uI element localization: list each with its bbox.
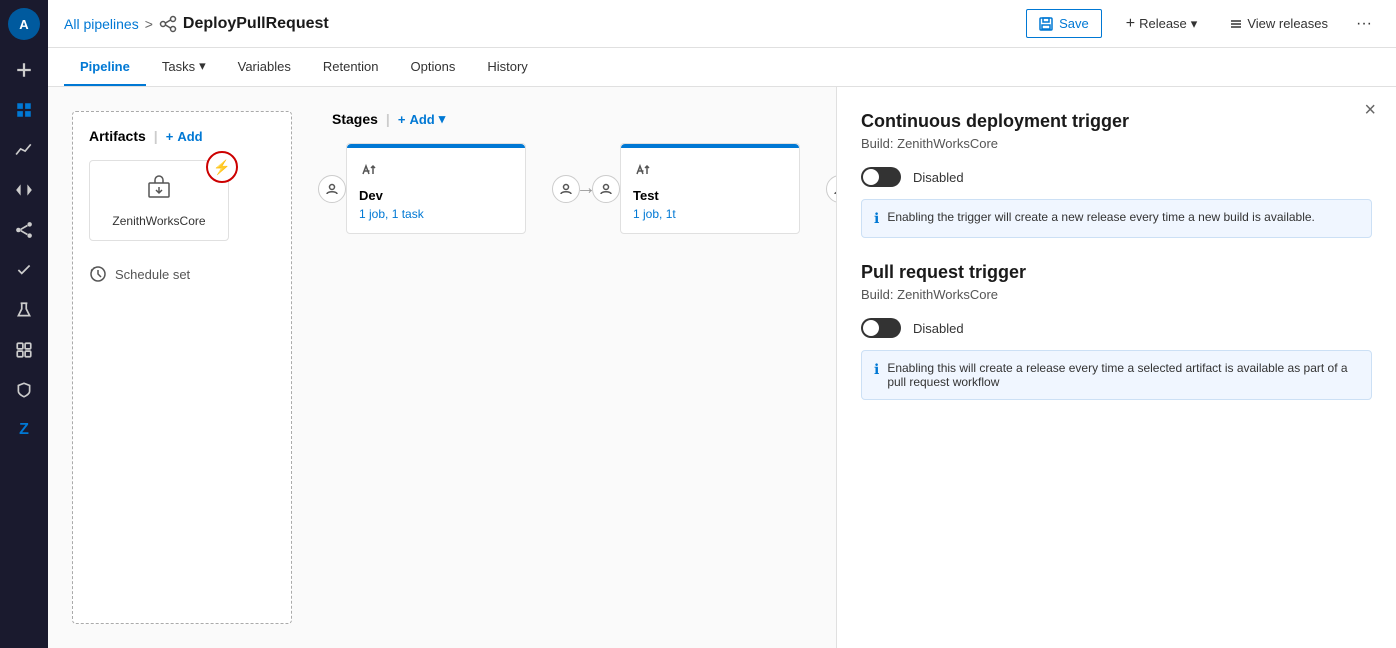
tab-tasks[interactable]: Tasks ▾ bbox=[146, 48, 222, 86]
pull-trigger-title: Pull request trigger bbox=[861, 262, 1372, 283]
pull-trigger-info-text: Enabling this will create a release ever… bbox=[887, 361, 1359, 389]
sidebar: A Z bbox=[0, 0, 48, 648]
release-plus: + bbox=[1126, 15, 1135, 33]
plus-icon[interactable] bbox=[6, 52, 42, 88]
pull-request-trigger-section: Pull request trigger Build: ZenithWorksC… bbox=[861, 262, 1372, 400]
header-actions: Save + Release ▾ View releases ··· bbox=[1026, 9, 1380, 39]
tab-variables[interactable]: Variables bbox=[222, 49, 307, 86]
post-deploy-dev[interactable] bbox=[552, 175, 580, 203]
stage-card-body-dev: Dev 1 job, 1 task bbox=[347, 148, 525, 233]
artifacts-add-button[interactable]: + Add bbox=[166, 129, 203, 144]
continuous-trigger-section: Continuous deployment trigger Build: Zen… bbox=[861, 111, 1372, 238]
header: All pipelines > DeployPullRequest Save +… bbox=[48, 0, 1396, 48]
main-content: All pipelines > DeployPullRequest Save +… bbox=[48, 0, 1396, 648]
stages-add-button[interactable]: + Add ▾ bbox=[398, 111, 445, 127]
stages-panel: Stages | + Add ▾ bbox=[316, 111, 836, 624]
pull-trigger-toggle-label: Disabled bbox=[913, 321, 964, 336]
breadcrumb: All pipelines > DeployPullRequest bbox=[64, 15, 1018, 33]
tab-pipeline[interactable]: Pipeline bbox=[64, 49, 146, 86]
stage-tasks-test[interactable]: 1 job, 1t bbox=[633, 207, 787, 221]
info-icon: ℹ bbox=[874, 210, 879, 227]
breadcrumb-separator: > bbox=[145, 16, 153, 32]
code-icon[interactable] bbox=[6, 172, 42, 208]
artifacts-title: Artifacts bbox=[89, 128, 146, 144]
release-dropdown-icon: ▾ bbox=[1191, 16, 1198, 32]
pipeline-nav-icon[interactable] bbox=[6, 212, 42, 248]
release-label: Release bbox=[1139, 16, 1187, 31]
continuous-trigger-title: Continuous deployment trigger bbox=[861, 111, 1372, 132]
pipeline-header-icon bbox=[159, 15, 177, 33]
continuous-trigger-toggle[interactable] bbox=[861, 167, 901, 187]
tab-history[interactable]: History bbox=[471, 49, 543, 86]
stages-title: Stages bbox=[332, 111, 378, 127]
artifact-card[interactable]: ⚡ ZenithWorksCore bbox=[89, 160, 229, 241]
stage-card-dev[interactable]: Dev 1 job, 1 task bbox=[346, 143, 526, 234]
artifacts-sep: | bbox=[154, 128, 158, 144]
view-releases-button[interactable]: View releases bbox=[1221, 10, 1336, 37]
trigger-close-button[interactable]: × bbox=[1360, 95, 1380, 126]
pull-info-icon: ℹ bbox=[874, 361, 879, 378]
flask-icon[interactable] bbox=[6, 292, 42, 328]
view-releases-label: View releases bbox=[1247, 16, 1328, 31]
stage-name-dev: Dev bbox=[359, 188, 513, 203]
zeta-icon[interactable]: Z bbox=[6, 412, 42, 448]
stage-icons-test bbox=[633, 160, 787, 180]
release-button[interactable]: + Release ▾ bbox=[1114, 9, 1210, 39]
all-pipelines-link[interactable]: All pipelines bbox=[64, 16, 139, 32]
more-actions-button[interactable]: ··· bbox=[1348, 11, 1380, 37]
save-label: Save bbox=[1059, 16, 1089, 31]
stages-row: Dev 1 job, 1 task → bbox=[332, 143, 836, 234]
continuous-trigger-toggle-label: Disabled bbox=[913, 170, 964, 185]
stage-icons-dev bbox=[359, 160, 513, 180]
stage-card-body-test: Test 1 job, 1t bbox=[621, 148, 799, 233]
continuous-trigger-toggle-row: Disabled bbox=[861, 167, 1372, 187]
artifacts-panel: Artifacts | + Add ⚡ bbox=[72, 111, 292, 624]
schedule-label: Schedule set bbox=[115, 267, 190, 282]
avatar[interactable]: A bbox=[8, 8, 40, 40]
save-button[interactable]: Save bbox=[1026, 9, 1102, 38]
continuous-trigger-info-text: Enabling the trigger will create a new r… bbox=[887, 210, 1315, 224]
pipeline-title: DeployPullRequest bbox=[183, 15, 329, 33]
nav-tabs: Pipeline Tasks ▾ Variables Retention Opt… bbox=[48, 48, 1396, 87]
artifacts-header: Artifacts | + Add bbox=[89, 128, 275, 144]
toggle-knob-pull bbox=[863, 320, 879, 336]
stages-header: Stages | + Add ▾ bbox=[332, 111, 836, 127]
lightning-trigger-button[interactable]: ⚡ bbox=[206, 151, 238, 183]
pre-deploy-dev[interactable] bbox=[318, 175, 346, 203]
canvas-area: Artifacts | + Add ⚡ bbox=[48, 87, 1396, 648]
continuous-trigger-build: Build: ZenithWorksCore bbox=[861, 136, 1372, 151]
puzzle-icon[interactable] bbox=[6, 332, 42, 368]
artifacts-add-label: Add bbox=[177, 129, 202, 144]
tasks-dropdown-icon: ▾ bbox=[199, 58, 206, 74]
artifact-name: ZenithWorksCore bbox=[112, 214, 205, 228]
toggle-knob bbox=[863, 169, 879, 185]
artifact-build-icon bbox=[145, 173, 173, 208]
tab-options[interactable]: Options bbox=[395, 49, 472, 86]
stages-add-dropdown: ▾ bbox=[439, 111, 446, 127]
schedule-item[interactable]: Schedule set bbox=[89, 257, 275, 291]
stage-name-test: Test bbox=[633, 188, 787, 203]
stage-tasks-dev[interactable]: 1 job, 1 task bbox=[359, 207, 513, 221]
pull-trigger-toggle-row: Disabled bbox=[861, 318, 1372, 338]
pull-trigger-info-box: ℹ Enabling this will create a release ev… bbox=[861, 350, 1372, 400]
tab-retention[interactable]: Retention bbox=[307, 49, 395, 86]
trigger-panel: × Continuous deployment trigger Build: Z… bbox=[836, 87, 1396, 648]
continuous-trigger-info-box: ℹ Enabling the trigger will create a new… bbox=[861, 199, 1372, 238]
stage-card-test[interactable]: Test 1 job, 1t bbox=[620, 143, 800, 234]
post-deploy-test[interactable] bbox=[826, 175, 836, 203]
shield-icon[interactable] bbox=[6, 372, 42, 408]
add-icon: + bbox=[166, 129, 174, 144]
chart-icon[interactable] bbox=[6, 132, 42, 168]
pre-deploy-test[interactable] bbox=[592, 175, 620, 203]
pipeline-main: Artifacts | + Add ⚡ bbox=[48, 87, 836, 648]
pull-trigger-toggle[interactable] bbox=[861, 318, 901, 338]
home-icon[interactable] bbox=[6, 92, 42, 128]
pull-trigger-build: Build: ZenithWorksCore bbox=[861, 287, 1372, 302]
test-icon[interactable] bbox=[6, 252, 42, 288]
